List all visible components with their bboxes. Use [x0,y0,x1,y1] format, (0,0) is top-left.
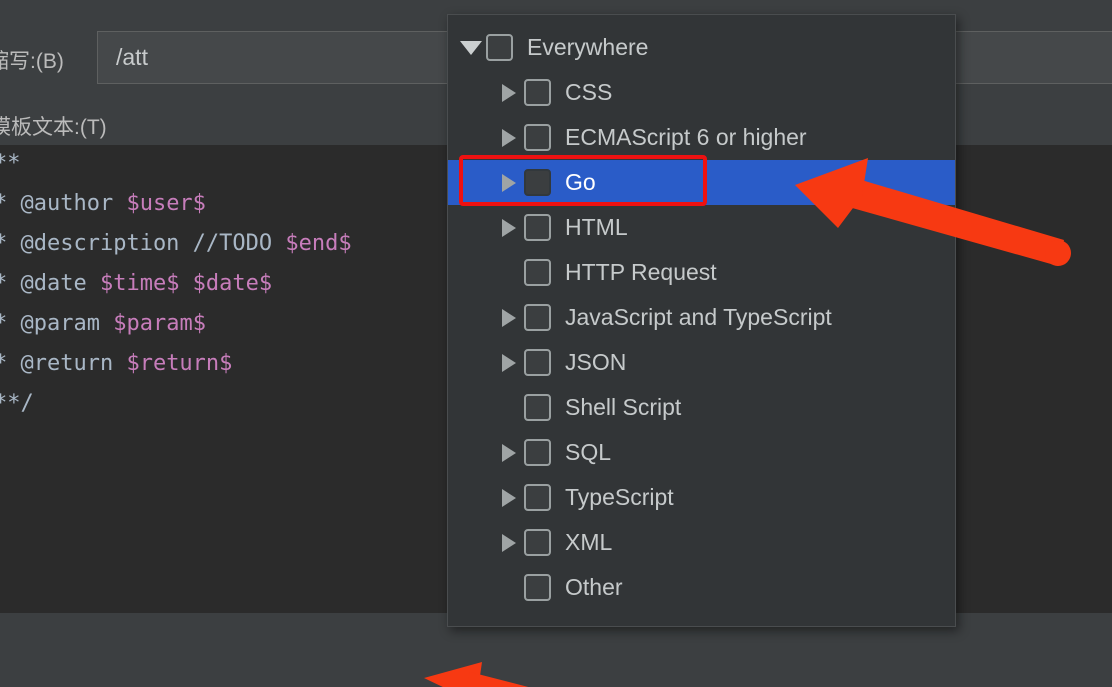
context-row-label: JSON [565,349,627,375]
expander-collapsed[interactable] [496,295,524,340]
context-row-label: HTML [565,214,628,240]
chevron-right-icon[interactable] [502,444,516,462]
context-row-label: SQL [565,439,612,465]
context-tree-row[interactable]: JSON [448,340,955,385]
template-code-line: * @description //TODO $end$ [0,231,352,256]
context-row-label: HTTP Request [565,259,717,285]
template-code-line: ** [0,151,21,176]
template-static-text: * @author [0,191,127,216]
template-variable: $return$ [126,351,233,376]
context-tree-row[interactable]: Other [448,565,955,610]
context-checkbox[interactable] [524,439,551,466]
context-checkbox[interactable] [524,169,551,196]
expander-collapsed[interactable] [496,520,524,565]
template-code-line: * @param $param$ [0,311,206,336]
expander-collapsed[interactable] [496,340,524,385]
context-tree-row[interactable]: TypeScript [448,475,955,520]
expander-spacer [496,385,524,430]
screenshot-root: 缩写:(B) /att 模板文本:(T) *** @author $user$*… [0,0,1112,687]
expander-collapsed[interactable] [496,160,524,205]
chevron-right-icon[interactable] [502,354,516,372]
context-tree-row[interactable]: Shell Script [448,385,955,430]
context-row-label: Everywhere [527,34,649,60]
expander-collapsed[interactable] [496,115,524,160]
context-tree-row[interactable]: Go [448,160,955,205]
template-static-text: * @param [0,311,114,336]
context-row-label: TypeScript [565,484,674,510]
expander-collapsed[interactable] [496,205,524,250]
expander-spacer [496,565,524,610]
context-tree-row[interactable]: SQL [448,430,955,475]
expander-expanded[interactable] [458,25,486,70]
expander-spacer [496,250,524,295]
template-variable: $user$ [126,191,206,216]
context-checkbox[interactable] [524,259,551,286]
context-checkbox[interactable] [524,214,551,241]
context-tree-row[interactable]: ECMAScript 6 or higher [448,115,955,160]
template-static-text: * @description //TODO [0,231,286,256]
context-row-label: Shell Script [565,394,682,420]
template-static-text: * @return [0,351,127,376]
context-checkbox[interactable] [524,349,551,376]
context-checkbox[interactable] [524,124,551,151]
context-checkbox[interactable] [524,304,551,331]
context-tree-row[interactable]: XML [448,520,955,565]
context-tree-row[interactable]: JavaScript and TypeScript [448,295,955,340]
context-row-label: Other [565,574,623,600]
template-text-label: 模板文本:(T) [0,116,107,139]
template-code-line: * @return $return$ [0,351,232,376]
expander-collapsed[interactable] [496,70,524,115]
expander-collapsed[interactable] [496,430,524,475]
context-checkbox[interactable] [524,484,551,511]
chevron-right-icon[interactable] [502,534,516,552]
chevron-right-icon[interactable] [502,84,516,102]
abbreviation-input-value: /att [116,44,148,70]
template-code-line: * @author $user$ [0,191,206,216]
context-tree-row[interactable]: HTML [448,205,955,250]
template-variable: $param$ [113,311,206,336]
template-code-line: **/ [0,391,34,416]
chevron-down-icon[interactable] [460,41,482,55]
expander-collapsed[interactable] [496,475,524,520]
template-static-text: * @date [0,271,100,296]
abbreviation-label: 缩写:(B) [0,50,64,73]
context-checkbox[interactable] [524,574,551,601]
context-checkbox[interactable] [524,529,551,556]
chevron-right-icon[interactable] [502,174,516,192]
context-checkbox[interactable] [524,394,551,421]
template-variable: $end$ [285,231,352,256]
chevron-right-icon[interactable] [502,309,516,327]
chevron-right-icon[interactable] [502,489,516,507]
template-variable: $time$ $date$ [99,271,273,296]
context-row-label: XML [565,529,613,555]
template-static-text: **/ [0,391,34,416]
template-code-line: * @date $time$ $date$ [0,271,272,296]
context-tree-row[interactable]: HTTP Request [448,250,955,295]
chevron-right-icon[interactable] [502,219,516,237]
context-row-label: ECMAScript 6 or higher [565,124,807,150]
context-row-label: JavaScript and TypeScript [565,304,832,330]
context-row-label: Go [565,169,596,195]
template-static-text: ** [0,151,21,176]
context-checkbox[interactable] [524,79,551,106]
applicable-contexts-popup[interactable]: Everywhere CSS ECMAScript 6 or higher Go HTM… [447,14,956,627]
context-tree-row[interactable]: CSS [448,70,955,115]
context-checkbox[interactable] [486,34,513,61]
chevron-right-icon[interactable] [502,129,516,147]
context-tree-row[interactable]: Everywhere [448,25,955,70]
context-row-label: CSS [565,79,613,105]
